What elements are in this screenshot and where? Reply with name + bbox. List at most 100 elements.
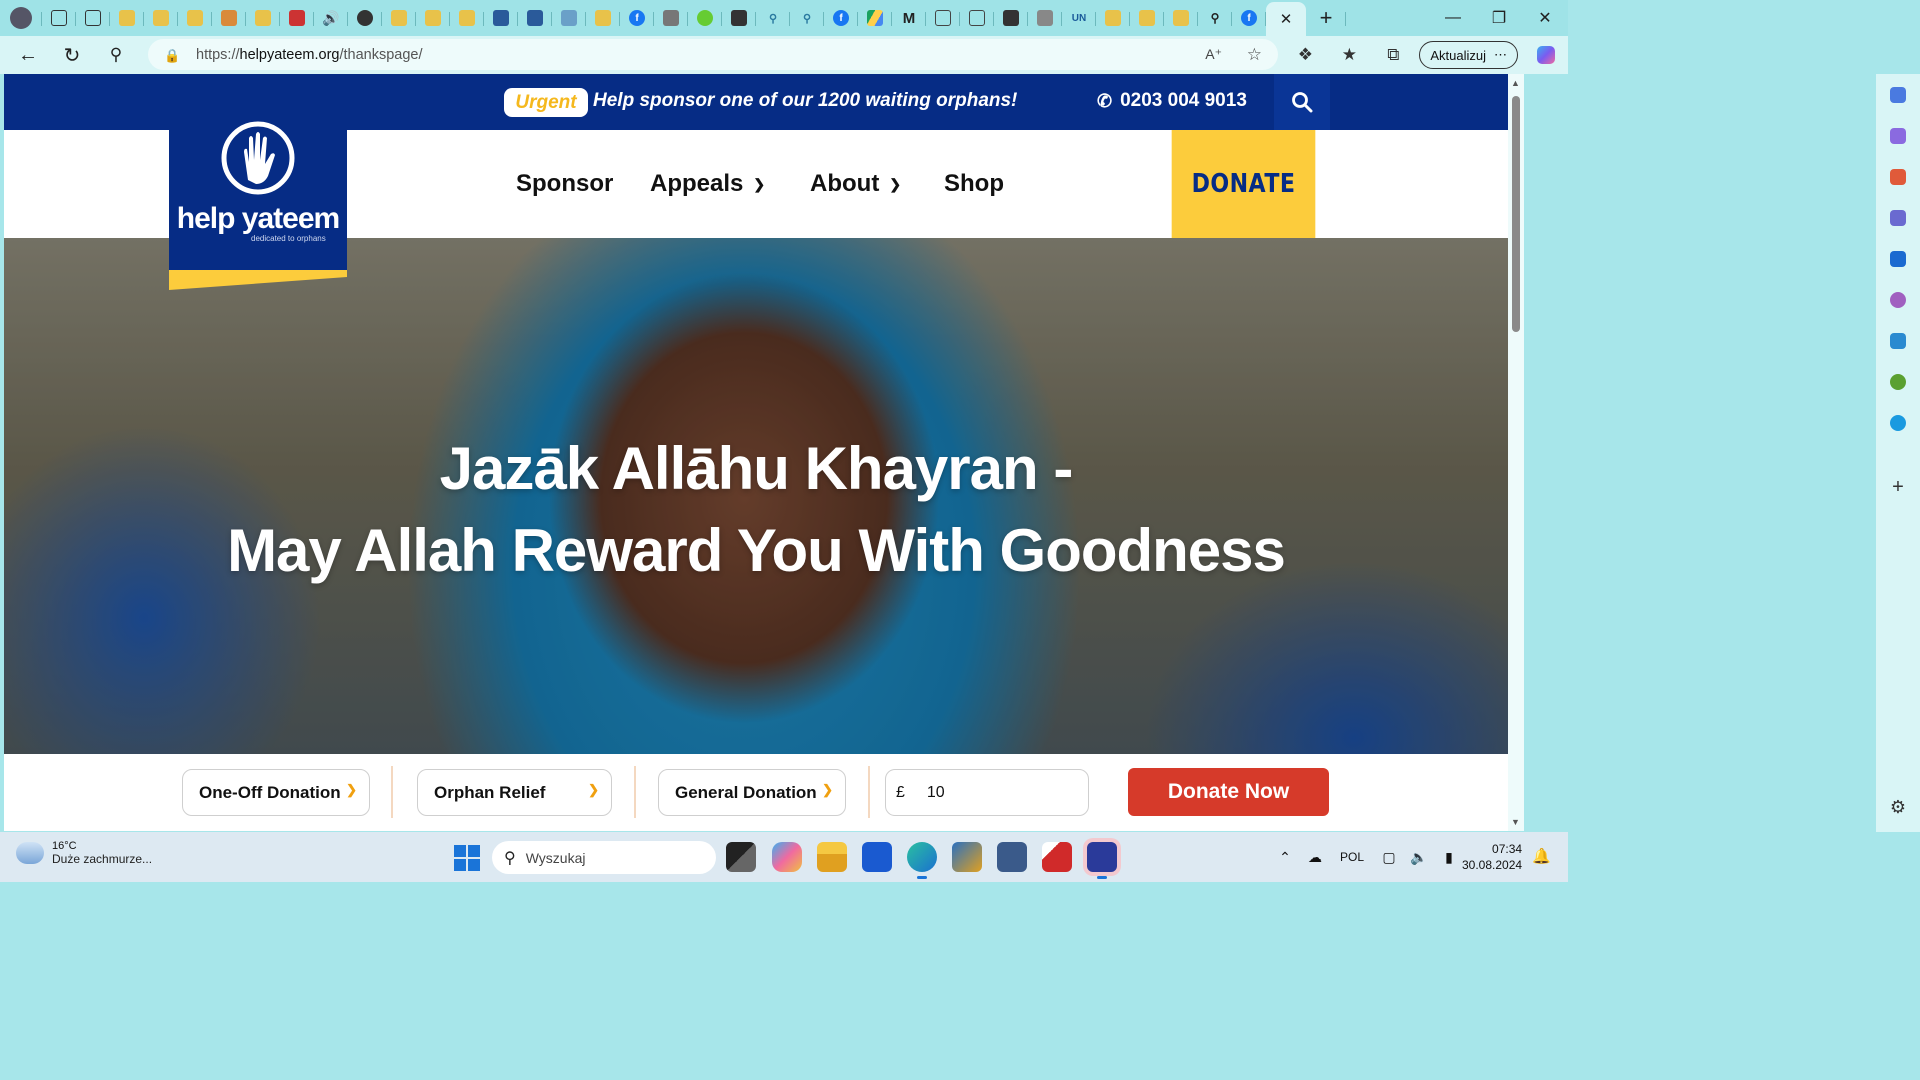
update-button[interactable]: Aktualizuj ⋯ bbox=[1419, 41, 1518, 69]
tab-audio[interactable]: 🔊 bbox=[314, 3, 348, 33]
sidebar-tools-icon[interactable] bbox=[1876, 156, 1920, 197]
taskbar-store[interactable] bbox=[862, 842, 892, 872]
tab-bird-8[interactable] bbox=[450, 3, 484, 33]
urgent-badge[interactable]: Urgent bbox=[504, 88, 588, 117]
search-tab-button[interactable]: ⚲ bbox=[94, 37, 138, 73]
read-aloud-icon[interactable]: A⁺ bbox=[1205, 46, 1222, 63]
collections-icon[interactable]: ⧉ bbox=[1371, 37, 1415, 73]
tab-un[interactable]: UN bbox=[1062, 3, 1096, 33]
taskbar-search[interactable]: ⚲ Wyszukaj bbox=[492, 841, 716, 874]
tab-bird-10[interactable] bbox=[1096, 3, 1130, 33]
tab-square[interactable] bbox=[994, 3, 1028, 33]
nav-appeals[interactable]: Appeals ❯ bbox=[650, 170, 765, 198]
favorites-icon[interactable]: ★ bbox=[1327, 37, 1371, 73]
notification-bell-icon[interactable]: 🔔 bbox=[1532, 847, 1551, 865]
appeal-select[interactable]: Orphan Relief ❯ bbox=[417, 769, 612, 816]
urgent-message[interactable]: Help sponsor one of our 1200 waiting orp… bbox=[593, 90, 1017, 112]
sidebar-outlook-icon[interactable] bbox=[1876, 238, 1920, 279]
refresh-button[interactable]: ↻ bbox=[50, 37, 94, 73]
tab-search-3[interactable]: ⚲ bbox=[1198, 3, 1232, 33]
tab-facebook-2[interactable]: f bbox=[824, 3, 858, 33]
tab-facebook-3[interactable]: f bbox=[1232, 3, 1266, 33]
tab-window-1[interactable] bbox=[484, 3, 518, 33]
taskbar-network[interactable] bbox=[952, 842, 982, 872]
weather-widget[interactable]: 16°C Duże zachmurze... bbox=[16, 840, 152, 866]
address-input[interactable]: 🔒 https://helpyateem.org/thankspage/ A⁺ … bbox=[148, 39, 1278, 70]
taskbar-pdf[interactable] bbox=[1042, 842, 1072, 872]
taskbar-floppy[interactable] bbox=[1087, 842, 1117, 879]
tab-window-2[interactable] bbox=[518, 3, 552, 33]
back-button[interactable]: ← bbox=[6, 37, 50, 73]
taskbar-box[interactable] bbox=[997, 842, 1027, 872]
nav-shop[interactable]: Shop bbox=[944, 170, 1004, 198]
tab-bird-6[interactable] bbox=[382, 3, 416, 33]
tab-bird-4[interactable] bbox=[212, 3, 246, 33]
start-button[interactable] bbox=[454, 845, 480, 871]
tab-actions-icon[interactable] bbox=[76, 3, 110, 33]
onedrive-icon[interactable]: ☁ bbox=[1300, 849, 1330, 866]
tab-doc-2[interactable] bbox=[960, 3, 994, 33]
scroll-up-icon[interactable]: ▲ bbox=[1511, 78, 1520, 88]
extensions-icon[interactable]: ❖ bbox=[1283, 37, 1327, 73]
tab-drive[interactable] bbox=[858, 3, 892, 33]
taskbar-copilot[interactable] bbox=[772, 842, 802, 872]
tab-bird-1[interactable] bbox=[110, 3, 144, 33]
workspaces-icon[interactable] bbox=[42, 3, 76, 33]
chevron-up-icon[interactable]: ⌃ bbox=[1270, 849, 1300, 866]
sidebar-tree-icon[interactable] bbox=[1876, 361, 1920, 402]
tab-bird-11[interactable] bbox=[1130, 3, 1164, 33]
tab-bird-5[interactable] bbox=[246, 3, 280, 33]
amount-input[interactable]: £ 10 bbox=[885, 769, 1089, 816]
phone-link[interactable]: ✆ 0203 004 9013 bbox=[1097, 90, 1247, 112]
battery-icon[interactable]: ▮ bbox=[1434, 849, 1464, 866]
taskbar-taskview[interactable] bbox=[726, 842, 756, 872]
nav-sponsor[interactable]: Sponsor bbox=[516, 170, 613, 198]
restore-button[interactable]: ❐ bbox=[1476, 1, 1522, 35]
nav-about[interactable]: About ❯ bbox=[810, 170, 901, 198]
sidebar-settings-icon[interactable]: ⚙ bbox=[1876, 787, 1920, 828]
profile-avatar[interactable] bbox=[0, 3, 42, 33]
tab-link[interactable] bbox=[552, 3, 586, 33]
tab-globe[interactable] bbox=[348, 3, 382, 33]
sidebar-tag-icon[interactable] bbox=[1876, 74, 1920, 115]
tab-youtube[interactable] bbox=[280, 3, 314, 33]
scroll-down-icon[interactable]: ▼ bbox=[1511, 817, 1520, 827]
donation-type-select[interactable]: General Donation ❯ bbox=[658, 769, 846, 816]
new-tab-button[interactable]: + bbox=[1306, 3, 1346, 33]
taskbar-explorer[interactable] bbox=[817, 842, 847, 872]
tab-bird-12[interactable] bbox=[1164, 3, 1198, 33]
tab-smile[interactable] bbox=[688, 3, 722, 33]
tab-facebook-1[interactable]: f bbox=[620, 3, 654, 33]
scroll-thumb[interactable] bbox=[1512, 96, 1520, 332]
tab-calendar[interactable] bbox=[1028, 3, 1062, 33]
sidebar-copilot-icon[interactable] bbox=[1876, 115, 1920, 156]
tab-bird-2[interactable] bbox=[144, 3, 178, 33]
sidebar-search-icon[interactable] bbox=[1876, 279, 1920, 320]
tab-search-2[interactable]: ⚲ bbox=[790, 3, 824, 33]
site-search-button[interactable] bbox=[1274, 74, 1330, 130]
taskbar-edge[interactable] bbox=[907, 842, 937, 879]
donate-button[interactable]: DONATE bbox=[1171, 130, 1316, 238]
clock[interactable]: 07:34 30.08.2024 bbox=[1462, 841, 1522, 873]
minimize-button[interactable]: — bbox=[1430, 1, 1476, 35]
tab-search-1[interactable]: ⚲ bbox=[756, 3, 790, 33]
tab-active[interactable]: ✕ bbox=[1266, 2, 1306, 36]
language-indicator[interactable]: POL bbox=[1330, 850, 1374, 864]
copilot-icon[interactable] bbox=[1524, 37, 1568, 73]
volume-icon[interactable]: 🔈 bbox=[1404, 849, 1434, 866]
tab-bird-9[interactable] bbox=[586, 3, 620, 33]
tab-bird-7[interactable] bbox=[416, 3, 450, 33]
sidebar-send-icon[interactable] bbox=[1876, 320, 1920, 361]
frequency-select[interactable]: One-Off Donation ❯ bbox=[182, 769, 370, 816]
donate-now-button[interactable]: Donate Now bbox=[1128, 768, 1329, 816]
tab-m[interactable]: M bbox=[892, 3, 926, 33]
sidebar-people-icon[interactable] bbox=[1876, 197, 1920, 238]
page-scrollbar[interactable]: ▲ ▼ bbox=[1508, 74, 1524, 831]
sidebar-skype-icon[interactable] bbox=[1876, 402, 1920, 443]
tab-doc-1[interactable] bbox=[926, 3, 960, 33]
close-window-button[interactable]: ✕ bbox=[1522, 1, 1568, 35]
sidebar-add-icon[interactable]: + bbox=[1876, 467, 1920, 508]
display-icon[interactable]: ▢ bbox=[1374, 849, 1404, 866]
star-icon[interactable]: ☆ bbox=[1247, 45, 1262, 65]
tab-shield-2[interactable] bbox=[722, 3, 756, 33]
